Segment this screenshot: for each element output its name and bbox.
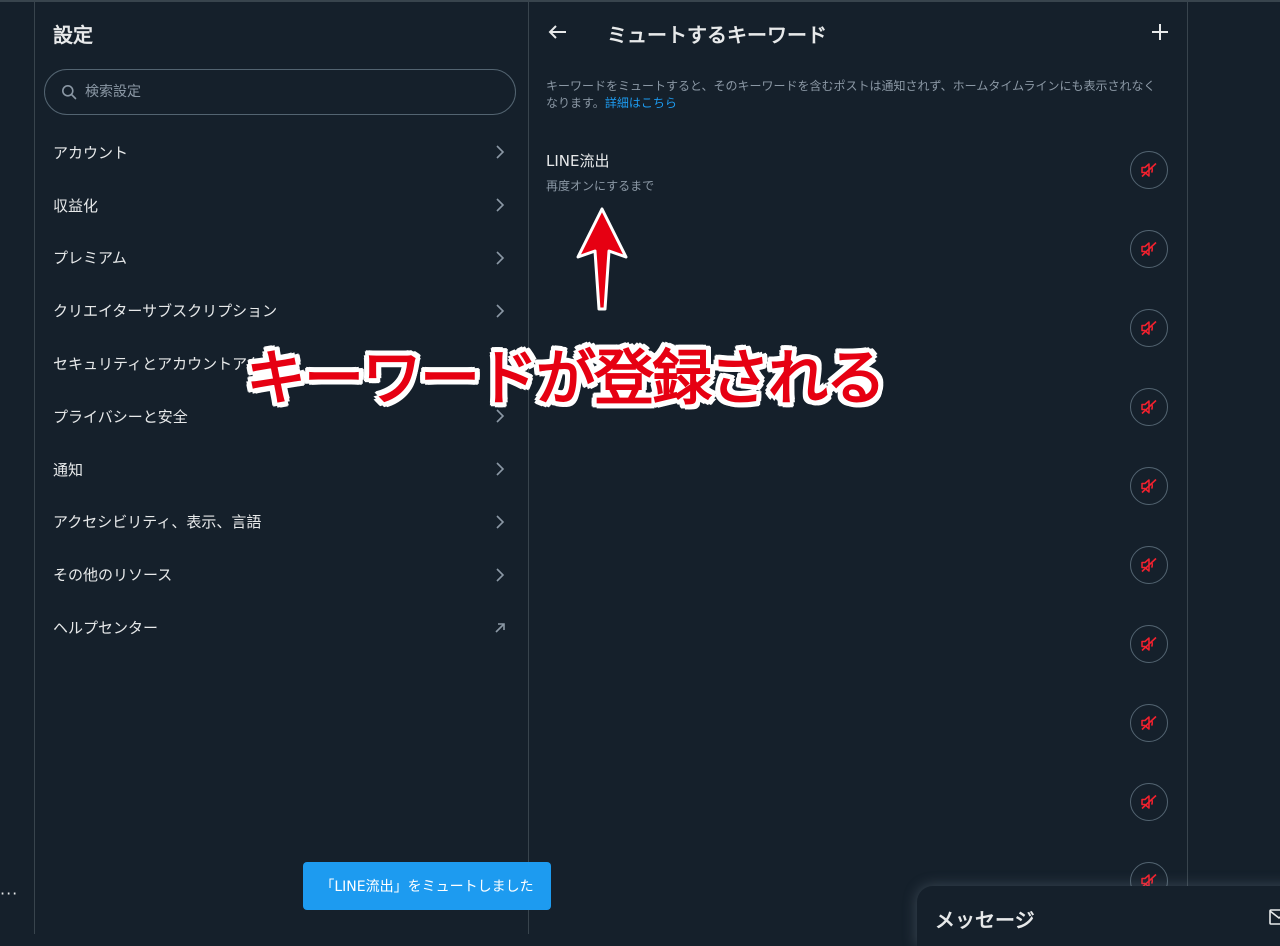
chevron-right-icon [496, 515, 505, 529]
muted-speaker-icon [1141, 241, 1157, 257]
muted-speaker-icon [1141, 557, 1157, 573]
messages-title: メッセージ [935, 908, 1035, 932]
more-dots-icon[interactable]: ··· [0, 884, 18, 903]
unmute-button[interactable] [1130, 230, 1168, 268]
window-top-border [0, 0, 1280, 2]
menu-item-label: アクセシビリティ、表示、言語 [53, 513, 262, 532]
chevron-right-icon [496, 462, 505, 476]
menu-item-monetization[interactable]: 収益化 [35, 179, 528, 232]
menu-item-other-resources[interactable]: その他のリソース [35, 548, 528, 601]
unmute-button[interactable] [1130, 783, 1168, 821]
unmute-button[interactable] [1130, 625, 1168, 663]
back-arrow-icon[interactable] [546, 20, 570, 44]
menu-item-label: プレミアム [53, 249, 127, 268]
settings-title: 設定 [53, 23, 93, 47]
chevron-right-icon [496, 304, 505, 318]
unmute-button[interactable] [1130, 388, 1168, 426]
muted-keywords-title: ミュートするキーワード [607, 23, 827, 47]
details-link[interactable]: 詳細はこちら [605, 96, 677, 110]
menu-item-label: プライバシーと安全 [53, 407, 188, 426]
chevron-right-icon [496, 568, 505, 582]
new-message-icon[interactable] [1269, 908, 1280, 926]
muted-keyword-duration: 再度オンにするまで [546, 179, 655, 193]
menu-item-label: その他のリソース [53, 566, 173, 585]
chevron-right-icon [496, 145, 505, 159]
muted-speaker-icon [1141, 478, 1157, 494]
menu-item-label: ヘルプセンター [53, 619, 159, 638]
messages-drawer[interactable]: メッセージ [917, 886, 1280, 946]
unmute-button[interactable] [1130, 704, 1168, 742]
menu-item-help-center[interactable]: ヘルプセンター [35, 601, 528, 654]
muted-speaker-icon [1141, 320, 1157, 336]
external-link-icon [495, 622, 505, 633]
muted-speaker-icon [1141, 162, 1157, 178]
partially-hidden-row [1120, 860, 1180, 888]
chevron-right-icon [496, 251, 505, 265]
add-keyword-icon[interactable] [1148, 20, 1172, 44]
menu-item-accessibility[interactable]: アクセシビリティ、表示、言語 [35, 496, 528, 549]
menu-item-label: 通知 [53, 460, 84, 479]
unmute-button[interactable] [1130, 309, 1168, 347]
settings-search-input[interactable] [83, 83, 487, 101]
menu-item-premium[interactable]: プレミアム [35, 232, 528, 285]
settings-search-box[interactable] [44, 69, 516, 115]
column-divider [528, 0, 529, 934]
mute-toast: 「LINE流出」をミュートしました [303, 862, 551, 910]
annotation-caption: キーワードが登録される [246, 344, 886, 414]
unmute-button[interactable] [1130, 546, 1168, 584]
chevron-right-icon [496, 198, 505, 212]
search-icon [62, 85, 77, 100]
muted-keywords-description: キーワードをミュートすると、そのキーワードを含むポストは通知されず、ホームタイム… [546, 78, 1166, 112]
muted-keyword-text[interactable]: LINE流出 [546, 150, 609, 171]
menu-item-label: クリエイターサブスクリプション [53, 302, 278, 321]
muted-speaker-icon [1141, 399, 1157, 415]
menu-item-label: アカウント [53, 143, 129, 162]
muted-speaker-icon [1141, 715, 1157, 731]
menu-item-notifications[interactable]: 通知 [35, 443, 528, 496]
muted-speaker-icon [1141, 636, 1157, 652]
muted-speaker-icon [1141, 794, 1157, 810]
unmute-button[interactable] [1130, 151, 1168, 189]
unmute-button[interactable] [1130, 862, 1168, 888]
annotation-up-arrow-icon [576, 207, 628, 311]
menu-item-account[interactable]: アカウント [35, 126, 528, 179]
unmute-button[interactable] [1130, 467, 1168, 505]
right-column-divider [1187, 0, 1188, 934]
menu-item-label: 収益化 [53, 196, 99, 215]
